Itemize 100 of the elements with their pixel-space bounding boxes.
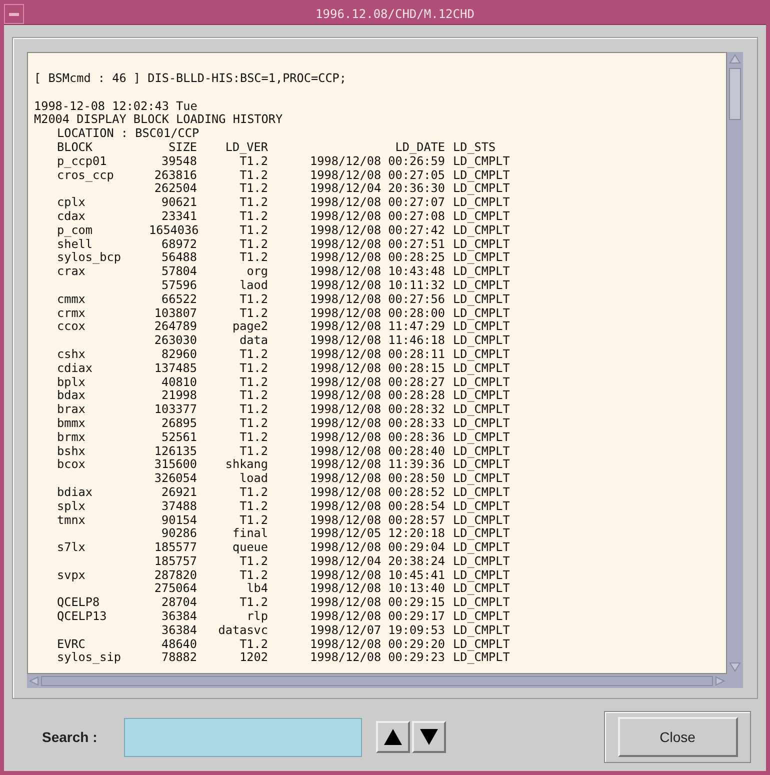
- table-cell-text: LD_CMPLT: [453, 238, 511, 252]
- table-cell-text: 1998/12/08 00:29:20: [309, 638, 445, 652]
- report-heading: M2004 DISPLAY BLOCK LOADING HISTORY: [34, 113, 284, 128]
- table-cell-text: 68972: [160, 238, 197, 252]
- table-cell-text: 57596: [160, 278, 197, 293]
- table-cell-text: 262504: [153, 182, 197, 196]
- table-cell-text: LD_CMPLT: [453, 416, 511, 431]
- table-cell-text: 26895: [160, 416, 197, 431]
- column-header: SIZE: [168, 140, 197, 155]
- table-cell-text: 1998/12/08 11:46:18: [309, 334, 445, 348]
- table-cell-text: T1.2: [238, 444, 268, 458]
- window-menu-button[interactable]: [4, 4, 24, 24]
- table-cell-text: LD_CMPLT: [453, 334, 511, 348]
- table-cell-text: LD_CMPLT: [453, 168, 511, 182]
- table-cell-text: 1998/12/08 00:28:00: [309, 306, 445, 320]
- table-cell-text: T1.2: [238, 196, 268, 210]
- table-cell-text: 56488: [160, 251, 197, 266]
- table-cell-text: 1998/12/08 10:43:48: [309, 265, 445, 279]
- down-arrow-icon: [727, 660, 743, 674]
- search-label: Search :: [42, 728, 98, 746]
- table-cell-text: T1.2: [238, 238, 268, 252]
- column-header: LD_STS: [453, 140, 497, 155]
- table-cell-text: 1998/12/08 11:47:29: [309, 320, 445, 334]
- minus-icon: [9, 12, 19, 16]
- table-cell-text: 28704: [160, 596, 197, 610]
- table-cell-text: LD_CMPLT: [453, 514, 511, 528]
- table-cell-text: 1998/12/08 00:28:27: [309, 376, 445, 390]
- table-cell-text: LD_CMPLT: [453, 430, 511, 445]
- table-cell-text: LD_CMPLT: [453, 196, 511, 210]
- scrollbar-thumb[interactable]: [729, 68, 741, 120]
- table-cell-text: cdiax: [57, 362, 94, 376]
- up-triangle-icon: [383, 728, 403, 746]
- table-cell-text: 1998/12/08 10:11:32: [309, 278, 445, 293]
- table-cell-text: T1.2: [238, 292, 268, 307]
- table-cell-text: QCELP13: [57, 610, 108, 624]
- table-cell-text: LD_CMPLT: [453, 610, 511, 624]
- table-cell-text: LD_CMPLT: [453, 278, 511, 293]
- table-cell-text: 1998/12/08 10:13:40: [309, 582, 445, 596]
- table-cell-text: LD_CMPLT: [453, 596, 511, 610]
- table-cell-text: brax: [57, 403, 86, 417]
- table-cell-text: T1.2: [238, 430, 268, 445]
- table-cell-text: final: [231, 527, 268, 542]
- table-cell-text: LD_CMPLT: [453, 224, 511, 238]
- table-cell-text: 1998/12/04 20:36:30: [309, 182, 445, 196]
- table-cell-text: 1998/12/08 00:27:08: [309, 210, 445, 224]
- table-cell-text: 1998/12/08 00:27:51: [309, 238, 445, 252]
- table-cell-text: LD_CMPLT: [453, 458, 511, 472]
- next-match-button[interactable]: [412, 721, 446, 753]
- table-cell-text: 1998/12/08 00:27:42: [309, 224, 445, 238]
- table-cell-text: LD_CMPLT: [453, 182, 511, 196]
- table-cell-text: tmnx: [57, 514, 86, 528]
- table-cell-text: LD_CMPLT: [453, 638, 511, 652]
- table-cell-text: 1998/12/08 00:28:28: [309, 389, 445, 404]
- scrollbar-thumb[interactable]: [41, 676, 713, 686]
- table-cell-text: 185577: [153, 541, 197, 555]
- table-cell-text: 137485: [153, 362, 197, 376]
- table-cell-text: 1202: [238, 651, 268, 666]
- table-cell-text: 1998/12/08 00:29:17: [309, 610, 445, 624]
- table-cell-text: queue: [231, 541, 268, 555]
- table-cell-text: 326054: [153, 472, 197, 486]
- table-cell-text: 1998/12/08 00:27:07: [309, 196, 445, 210]
- table-cell-text: LD_CMPLT: [453, 376, 511, 390]
- table-cell-text: 39548: [160, 154, 197, 169]
- close-button[interactable]: Close: [618, 717, 738, 757]
- table-cell-text: EVRC: [57, 638, 86, 652]
- table-cell-text: 275064: [153, 582, 197, 596]
- table-cell-text: bshx: [57, 444, 86, 458]
- table-cell-text: 1998/12/08 00:28:40: [309, 444, 445, 458]
- table-cell-text: p_com: [57, 224, 94, 238]
- table-cell-text: 1998/12/08 00:28:32: [309, 403, 445, 417]
- table-cell-text: LD_CMPLT: [453, 527, 511, 542]
- table-cell-text: 1998/12/07 19:09:53: [309, 624, 445, 638]
- table-cell-text: 1998/12/04 20:38:24: [309, 554, 445, 569]
- previous-match-button[interactable]: [376, 721, 410, 753]
- table-cell-text: laod: [238, 278, 268, 293]
- table-cell-text: LD_CMPLT: [453, 486, 511, 500]
- table-cell-text: T1.2: [238, 251, 268, 266]
- table-cell-text: T1.2: [238, 376, 268, 390]
- table-cell-text: LD_CMPLT: [453, 444, 511, 458]
- table-cell-text: QCELP8: [57, 596, 101, 610]
- table-cell-text: LD_CMPLT: [453, 362, 511, 376]
- table-cell-text: T1.2: [238, 416, 268, 431]
- horizontal-scrollbar[interactable]: [27, 674, 727, 688]
- table-cell-text: 36384: [160, 624, 197, 638]
- table-cell-text: LD_CMPLT: [453, 651, 511, 666]
- table-cell-text: 263816: [153, 168, 197, 182]
- table-cell-text: T1.2: [238, 348, 268, 362]
- table-cell-text: 90621: [160, 196, 197, 210]
- table-cell-text: 185757: [153, 554, 197, 569]
- table-cell-text: 1998/12/08 00:28:52: [309, 486, 445, 500]
- table-cell-text: bcox: [57, 458, 86, 472]
- table-cell-text: 66522: [160, 292, 197, 307]
- table-cell-text: 52561: [160, 430, 197, 445]
- search-field[interactable]: [124, 718, 362, 756]
- table-cell-text: cshx: [57, 348, 86, 362]
- table-cell-text: LD_CMPLT: [453, 472, 511, 486]
- table-cell-text: 1998/12/08 00:26:59: [309, 154, 445, 169]
- vertical-scrollbar[interactable]: [727, 52, 743, 674]
- window-title: 1996.12.08/CHD/M.12CHD: [314, 6, 476, 23]
- table-cell-text: 264789: [153, 320, 197, 334]
